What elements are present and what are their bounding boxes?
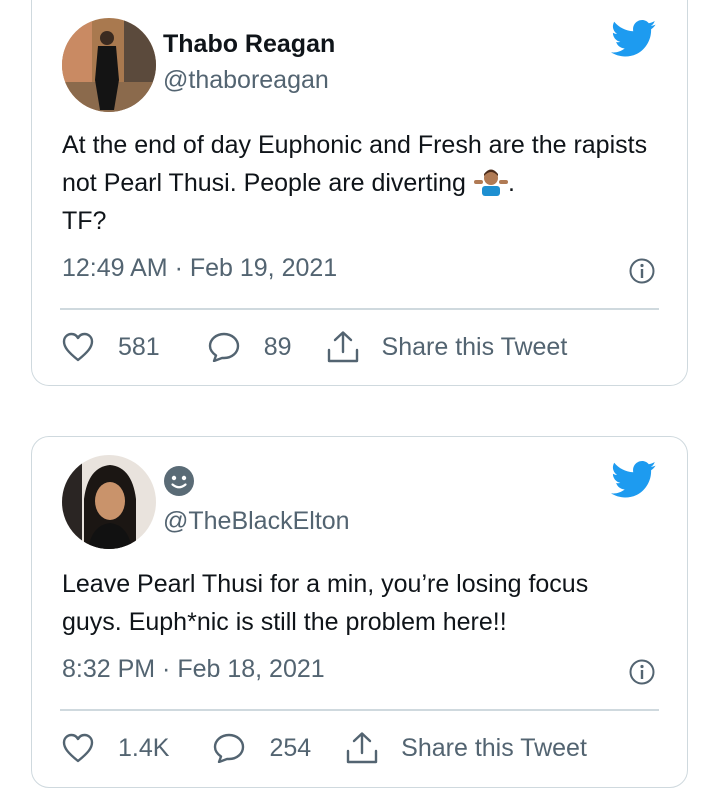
tweet-text: Leave Pearl Thusi for a min, you’re losi… (62, 570, 589, 636)
like-button[interactable]: 1.4K (62, 733, 169, 763)
avatar[interactable] (62, 455, 156, 549)
like-count: 1.4K (118, 733, 170, 762)
reply-count: 89 (263, 332, 292, 361)
twitter-bird-icon[interactable] (611, 20, 657, 58)
reply-count: 254 (269, 733, 312, 762)
tweet-text: At the end of day Euphonic and Fresh are… (62, 126, 652, 240)
tweet-actions: 581 89 Share this Tweet (62, 330, 567, 364)
reply-bubble-icon (214, 733, 245, 763)
tweet-text-body: At the end of day Euphonic and Fresh are… (62, 131, 648, 197)
user-handle[interactable]: @thaboreagan (163, 66, 329, 95)
reply-button[interactable]: 254 (213, 733, 311, 763)
person-shrugging-emoji (473, 169, 508, 196)
tweet-card-1[interactable]: Thabo Reagan @thaboreagan At the end of … (31, 0, 688, 386)
tweet-text-line3: TF? (62, 207, 107, 235)
heart-icon (62, 733, 94, 763)
tweet-text-end: . (507, 169, 515, 197)
like-button[interactable]: 581 (62, 332, 160, 362)
share-button[interactable]: Share this Tweet (326, 330, 568, 364)
info-icon[interactable] (629, 659, 655, 685)
reply-bubble-icon (208, 332, 239, 362)
share-icon (327, 331, 358, 363)
like-count: 581 (118, 332, 160, 361)
reply-button[interactable]: 89 (208, 332, 292, 362)
share-label: Share this Tweet (381, 332, 568, 361)
heart-icon (62, 332, 94, 362)
avatar[interactable] (62, 18, 156, 112)
slightly-smiling-face-emoji (164, 466, 194, 496)
user-handle[interactable]: @TheBlackElton (163, 507, 350, 536)
timestamp[interactable]: 12:49 AM · Feb 19, 2021 (62, 254, 337, 283)
divider (60, 709, 659, 711)
timestamp[interactable]: 8:32 PM · Feb 18, 2021 (62, 655, 325, 684)
info-icon[interactable] (629, 258, 655, 284)
tweet-actions: 1.4K 254 Share this Tweet (62, 731, 587, 765)
display-name[interactable]: Thabo Reagan (163, 30, 335, 59)
share-label: Share this Tweet (401, 733, 587, 762)
share-button[interactable]: Share this Tweet (345, 731, 587, 765)
divider (60, 308, 659, 310)
twitter-bird-icon[interactable] (611, 461, 657, 499)
tweet-card-2[interactable]: @TheBlackElton Leave Pearl Thusi for a m… (31, 436, 688, 788)
share-icon (346, 732, 378, 764)
